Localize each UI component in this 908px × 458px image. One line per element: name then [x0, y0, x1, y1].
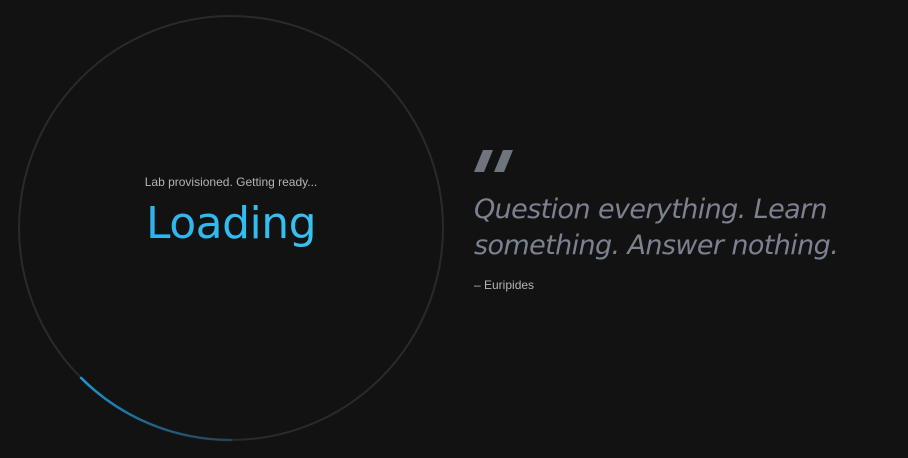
status-text: Lab provisioned. Getting ready... — [144, 175, 318, 189]
progress-arc — [79, 376, 233, 442]
quote-author: – Euripides — [474, 278, 535, 292]
quote-block: Question everything. Learn something. An… — [474, 150, 902, 292]
loading-title: Loading — [17, 198, 445, 249]
quote-text: Question everything. Learn something. An… — [474, 194, 839, 261]
quote-mark-icon — [474, 150, 516, 174]
loading-spinner: Lab provisioned. Getting ready... Loadin… — [17, 14, 445, 442]
